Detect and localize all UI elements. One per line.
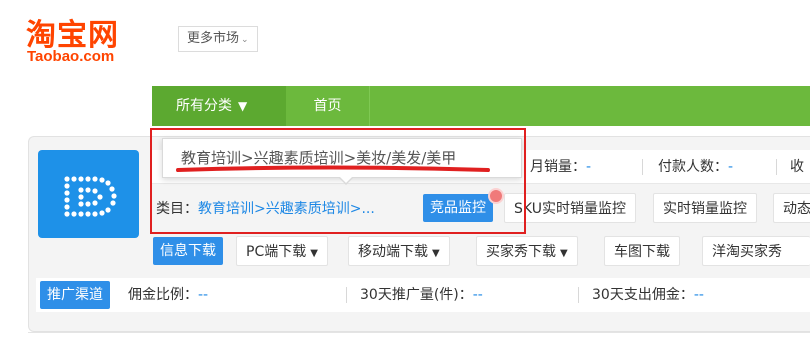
- logo-en-text: Taobao.com: [27, 48, 115, 65]
- monthly-sales-label: 月销量：: [530, 159, 586, 175]
- main-navbar: 所有分类 ▼ 首页: [152, 86, 810, 126]
- plugin-logo-icon[interactable]: [38, 150, 139, 238]
- pc-download-button[interactable]: PC端下载 ▼: [236, 236, 328, 266]
- caret-down-icon: ▼: [432, 248, 440, 259]
- taobao-logo[interactable]: 淘宝网 Taobao.com: [24, 10, 156, 66]
- monthly-sales-value: -: [586, 159, 592, 175]
- promo-30d-value: --: [472, 287, 483, 303]
- divider: [776, 159, 777, 175]
- dynamic-button[interactable]: 动态: [773, 193, 810, 223]
- all-categories-menu[interactable]: 所有分类 ▼: [152, 86, 286, 126]
- mobile-download-button[interactable]: 移动端下载 ▼: [348, 236, 450, 266]
- foreign-buyer-show-button[interactable]: 洋淘买家秀: [702, 236, 810, 266]
- divider: [346, 287, 347, 303]
- chevron-down-icon: ⌄: [241, 35, 249, 45]
- car-image-download-button[interactable]: 车图下载: [604, 236, 680, 266]
- pc-download-label: PC端下载: [246, 244, 307, 260]
- triangle-down-icon: ▼: [238, 99, 248, 113]
- mobile-download-label: 移动端下载: [358, 244, 428, 260]
- caret-down-icon: ▼: [310, 248, 318, 259]
- spend-30d-stat: 30天支出佣金：--: [592, 278, 704, 312]
- commission-label: 佣金比例：: [128, 287, 198, 303]
- buyer-show-download-button[interactable]: 买家秀下载 ▼: [476, 236, 578, 266]
- realtime-monitor-button[interactable]: 实时销量监控: [653, 193, 757, 223]
- promo-channel-tag: 推广渠道: [40, 281, 110, 309]
- commission-value: --: [198, 287, 209, 303]
- highlight-box: [150, 128, 526, 234]
- promo-30d-label: 30天推广量(件)：: [360, 287, 473, 303]
- commission-stat: 佣金比例：--: [128, 278, 208, 312]
- red-underline-mark: [176, 165, 490, 172]
- spend-30d-value: --: [693, 287, 704, 303]
- spend-30d-label: 30天支出佣金：: [592, 287, 694, 303]
- info-download-tag: 信息下载: [153, 237, 223, 265]
- dotted-d-icon: [64, 176, 117, 217]
- buyer-show-download-label: 买家秀下载: [486, 244, 556, 260]
- caret-down-icon: ▼: [560, 248, 568, 259]
- all-categories-label: 所有分类: [176, 98, 232, 114]
- divider: [578, 287, 579, 303]
- divider: [642, 159, 643, 175]
- more-stat-label: 收: [790, 159, 804, 175]
- promo-30d-stat: 30天推广量(件)：--: [360, 278, 483, 312]
- more-market-dropdown[interactable]: 更多市场 ⌄: [178, 26, 258, 52]
- buyers-value: -: [728, 159, 734, 175]
- monthly-sales-stat: 月销量：-: [530, 150, 591, 184]
- buyers-label: 付款人数：: [658, 159, 728, 175]
- nav-home-link[interactable]: 首页: [286, 86, 370, 126]
- bottom-divider: [28, 332, 810, 346]
- promo-row: 推广渠道 佣金比例：-- 30天推广量(件)：-- 30天支出佣金：--: [36, 278, 810, 312]
- more-market-label: 更多市场: [187, 31, 240, 46]
- buyers-stat: 付款人数：-: [658, 150, 733, 184]
